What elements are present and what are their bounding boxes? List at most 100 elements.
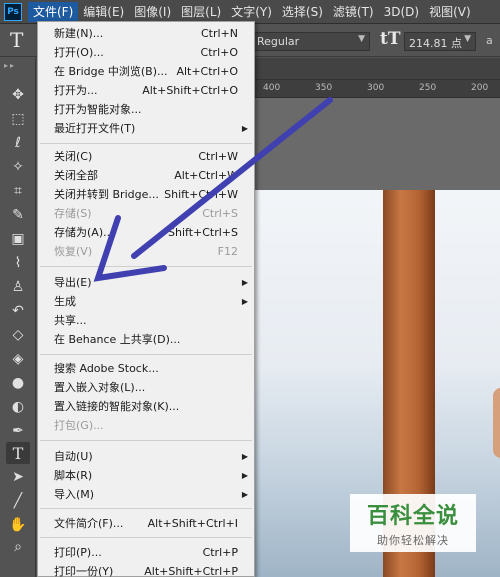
menu-item-shortcut: Ctrl+S — [202, 207, 238, 220]
ruler-number: 250 — [419, 83, 437, 93]
line-tool-icon[interactable]: ╱ — [6, 490, 30, 512]
menu-item-label: 生成 — [54, 295, 76, 308]
path-selection-tool-icon[interactable]: ➤ — [6, 466, 30, 488]
menu-item-export[interactable]: 导出(E) ▶ — [38, 274, 254, 292]
menu-item-place-linked[interactable]: 置入链接的智能对象(K)... — [38, 398, 254, 416]
menu-separator — [40, 354, 252, 355]
font-style-select[interactable]: Regular ▼ — [252, 32, 370, 51]
menu-select[interactable]: 选择(S) — [277, 2, 328, 22]
menu-layer[interactable]: 图层(L) — [176, 2, 226, 22]
menu-item-label: 打包(G)... — [54, 419, 104, 432]
menu-item-label: 最近打开文件(T) — [54, 122, 136, 135]
menu-item-scripts[interactable]: 脚本(R) ▶ — [38, 467, 254, 485]
pen-tool-icon[interactable]: ✒ — [6, 420, 30, 442]
watermark-title: 百科全说 — [366, 504, 459, 529]
menu-item-new[interactable]: 新建(N)... Ctrl+N — [38, 25, 254, 43]
menu-filter[interactable]: 滤镜(T) — [328, 2, 379, 22]
menu-item-label: 打开为智能对象... — [54, 103, 142, 116]
chevron-down-icon: ▼ — [464, 34, 471, 44]
menu-item-shortcut: Alt+Ctrl+O — [176, 65, 238, 78]
ruler-number: 200 — [471, 83, 489, 93]
menu-item-shortcut: Ctrl+N — [200, 27, 238, 40]
menu-item-package[interactable]: 打包(G)... — [38, 417, 254, 435]
menu-edit[interactable]: 编辑(E) — [78, 2, 129, 22]
menu-item-label: 关闭并转到 Bridge... — [54, 188, 159, 201]
menu-item-shortcut: Alt+Shift+Ctrl+O — [142, 84, 238, 97]
menu-item-print-one-copy[interactable]: 打印一份(Y) Alt+Shift+Ctrl+P — [38, 563, 254, 577]
history-brush-tool-icon[interactable]: ↶ — [6, 300, 30, 322]
panel-grip-icon[interactable]: ▸▸ — [4, 61, 16, 70]
submenu-arrow-icon: ▶ — [241, 471, 248, 480]
photoshop-logo[interactable]: Ps — [4, 2, 22, 21]
menu-item-save-as[interactable]: 存储为(A)... Shift+Ctrl+S — [38, 224, 254, 242]
menu-item-shortcut: Shift+Ctrl+W — [164, 188, 238, 201]
menu-item-close-all[interactable]: 关闭全部 Alt+Ctrl+W — [38, 167, 254, 185]
menu-item-label: 共享... — [54, 314, 87, 327]
menu-item-share[interactable]: 共享... — [38, 312, 254, 330]
brush-tool-icon[interactable]: ⌇ — [6, 252, 30, 274]
menu-3d[interactable]: 3D(D) — [379, 2, 424, 22]
menu-file[interactable]: 文件(F) — [28, 1, 79, 22]
menu-separator — [40, 440, 252, 441]
menu-item-shortcut: Alt+Shift+Ctrl+I — [147, 517, 238, 530]
menu-separator — [40, 143, 252, 144]
menu-item-label: 打开(O)... — [54, 46, 104, 59]
menu-item-open[interactable]: 打开(O)... Ctrl+O — [38, 44, 254, 62]
menu-item-generate[interactable]: 生成 ▶ — [38, 293, 254, 311]
submenu-arrow-icon: ▶ — [241, 490, 248, 499]
magic-wand-tool-icon[interactable]: ✧ — [6, 156, 30, 178]
marquee-tool-icon[interactable]: ⬚ — [6, 108, 30, 130]
font-style-value: Regular — [257, 35, 300, 48]
menu-item-close-goto-bridge[interactable]: 关闭并转到 Bridge... Shift+Ctrl+W — [38, 186, 254, 204]
paint-bucket-tool-icon[interactable]: ◈ — [6, 348, 30, 370]
eyedropper-tool-icon[interactable]: ✎ — [6, 204, 30, 226]
font-size-select[interactable]: 214.81 点 ▼ — [404, 32, 476, 51]
type-tool-icon[interactable]: T — [10, 28, 23, 52]
ruler-number: 400 — [263, 83, 281, 93]
submenu-arrow-icon: ▶ — [241, 124, 248, 133]
menu-item-automate[interactable]: 自动(U) ▶ — [38, 448, 254, 466]
menu-item-file-info[interactable]: 文件简介(F)... Alt+Shift+Ctrl+I — [38, 515, 254, 533]
menu-item-shortcut: Ctrl+W — [198, 150, 238, 163]
lasso-tool-icon[interactable]: ℓ — [6, 132, 30, 154]
menu-item-close[interactable]: 关闭(C) Ctrl+W — [38, 148, 254, 166]
menu-item-label: 恢复(V) — [54, 245, 93, 258]
menu-item-place-embedded[interactable]: 置入嵌入对象(L)... — [38, 379, 254, 397]
menu-item-print[interactable]: 打印(P)... Ctrl+P — [38, 544, 254, 562]
menu-item-label: 搜索 Adobe Stock... — [54, 362, 159, 375]
watermark-subtitle: 助你轻松解决 — [377, 534, 449, 547]
dodge-tool-icon[interactable]: ◐ — [6, 396, 30, 418]
menu-item-shortcut: Ctrl+P — [202, 546, 238, 559]
menu-image[interactable]: 图像(I) — [129, 2, 176, 22]
move-tool-icon[interactable]: ✥ — [6, 84, 30, 106]
chevron-down-icon: ▼ — [358, 34, 365, 44]
menu-item-label: 打开为... — [54, 84, 98, 97]
antialias-label[interactable]: a — [486, 34, 493, 47]
hand-tool-icon[interactable]: ✋ — [6, 514, 30, 536]
healing-brush-tool-icon[interactable]: ▣ — [6, 228, 30, 250]
photo-detail — [493, 388, 500, 458]
menu-item-open-as[interactable]: 打开为... Alt+Shift+Ctrl+O — [38, 82, 254, 100]
type-tool-icon[interactable]: T — [6, 442, 30, 464]
menu-item-label: 导出(E) — [54, 276, 92, 289]
menu-item-shortcut: F12 — [217, 245, 238, 258]
menu-item-label: 存储(S) — [54, 207, 92, 220]
menu-item-label: 存储为(A)... — [54, 226, 114, 239]
menu-item-label: 导入(M) — [54, 488, 95, 501]
menu-item-save[interactable]: 存储(S) Ctrl+S — [38, 205, 254, 223]
menu-type[interactable]: 文字(Y) — [226, 2, 277, 22]
zoom-tool-icon[interactable]: ⌕ — [6, 536, 30, 558]
eraser-tool-icon[interactable]: ◇ — [6, 324, 30, 346]
stamp-tool-icon[interactable]: ♙ — [6, 276, 30, 298]
menu-item-revert[interactable]: 恢复(V) F12 — [38, 243, 254, 261]
menu-item-open-smart-object[interactable]: 打开为智能对象... — [38, 101, 254, 119]
menu-item-share-behance[interactable]: 在 Behance 上共享(D)... — [38, 331, 254, 349]
blur-tool-icon[interactable]: ● — [6, 372, 30, 394]
crop-tool-icon[interactable]: ⌗ — [6, 180, 30, 202]
menu-item-search-stock[interactable]: 搜索 Adobe Stock... — [38, 360, 254, 378]
menu-view[interactable]: 视图(V) — [424, 2, 476, 22]
menu-item-browse-bridge[interactable]: 在 Bridge 中浏览(B)... Alt+Ctrl+O — [38, 63, 254, 81]
menu-item-recent-files[interactable]: 最近打开文件(T) ▶ — [38, 120, 254, 138]
ruler-number: 300 — [367, 83, 385, 93]
menu-item-import[interactable]: 导入(M) ▶ — [38, 486, 254, 504]
